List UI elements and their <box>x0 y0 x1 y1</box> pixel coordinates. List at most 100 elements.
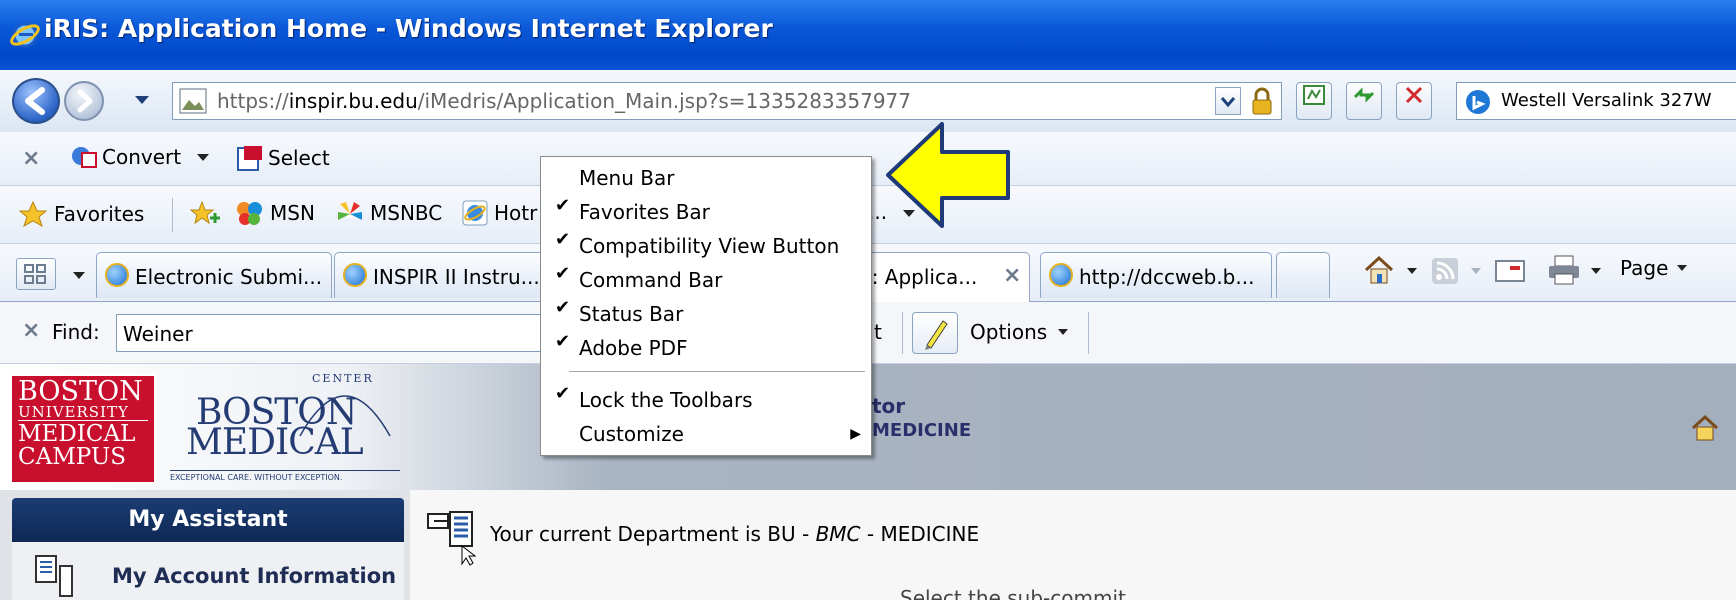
dept-prefix: Your current Department is BU - <box>490 522 816 546</box>
tab-electronic-submission[interactable]: Electronic Submi... <box>96 252 332 298</box>
select-button[interactable]: Select <box>236 144 330 172</box>
close-find-icon[interactable]: × <box>22 318 40 343</box>
favorite-link-msnbc[interactable]: MSNBC <box>336 200 442 226</box>
sidebar-item-my-account[interactable]: My Account Information <box>12 542 404 600</box>
back-button[interactable] <box>12 78 60 124</box>
current-department-text: Your current Department is BU - BMC - ME… <box>490 522 979 546</box>
forward-button[interactable] <box>64 81 104 121</box>
add-favorite-icon[interactable] <box>190 200 222 230</box>
callout-arrow-icon <box>886 122 1010 228</box>
find-options-button[interactable]: Options <box>970 320 1069 344</box>
highlighter-pen-icon <box>925 320 948 350</box>
menu-item-label: Compatibility View Button <box>579 234 840 258</box>
menu-item-status-bar[interactable]: ✔ Status Bar <box>541 297 871 331</box>
menu-item-label: Command Bar <box>579 268 723 292</box>
address-field[interactable]: https://inspir.bu.edu/iMedris/Applicatio… <box>172 82 1282 120</box>
page-menu-label: Page <box>1620 256 1669 280</box>
checkmark-icon: ✔ <box>555 383 571 404</box>
internet-explorer-icon <box>1049 263 1073 287</box>
new-tab-button[interactable] <box>1276 252 1330 298</box>
logo-line: BOSTON <box>18 376 143 407</box>
read-mail-icon[interactable] <box>1494 258 1526 284</box>
chevron-down-icon[interactable] <box>1406 266 1418 276</box>
favorite-link-label: MSN <box>270 201 315 225</box>
close-tab-icon[interactable]: × <box>1003 263 1021 288</box>
favorites-label: Favorites <box>54 202 145 226</box>
options-label: Options <box>970 320 1048 344</box>
compatibility-view-icon <box>1303 85 1325 105</box>
favorite-link-msn[interactable]: MSN <box>236 200 315 226</box>
department-text: MEDICINE <box>872 420 972 441</box>
arrow-left-icon <box>25 87 45 115</box>
menu-item-adobe-pdf[interactable]: ✔ Adobe PDF <box>541 331 871 365</box>
menu-item-label: Lock the Toolbars <box>579 388 753 412</box>
submenu-arrow-icon: ▶ <box>850 426 861 442</box>
find-input-value: Weiner <box>123 322 193 346</box>
convert-button[interactable]: Convert <box>70 144 211 170</box>
menu-item-compatibility-view-button[interactable]: ✔ Compatibility View Button <box>541 229 871 263</box>
favorite-link-hotmail[interactable]: Hotr <box>462 200 537 226</box>
highlight-button[interactable] <box>912 312 958 354</box>
chevron-down-icon <box>1058 329 1069 335</box>
print-icon[interactable] <box>1546 254 1582 286</box>
tab-list-dropdown-icon[interactable] <box>72 270 86 280</box>
tab-dccweb[interactable]: http://dccweb.b... <box>1040 252 1272 298</box>
address-dropdown-button[interactable] <box>1215 87 1241 115</box>
dept-italic: BMC <box>815 522 861 546</box>
feeds-icon[interactable] <box>1430 256 1460 286</box>
favorites-button[interactable]: Favorites <box>18 200 144 228</box>
convert-pdf-icon <box>72 147 97 168</box>
close-toolbar-icon[interactable]: × <box>22 146 40 171</box>
chevron-down-icon <box>1220 97 1236 108</box>
page-menu-button[interactable]: Page <box>1620 256 1688 280</box>
select-pdf-icon <box>237 146 262 171</box>
select-label: Select <box>268 146 330 170</box>
favorite-link-label: MSNBC <box>370 201 443 225</box>
chevron-down-icon <box>1677 265 1688 271</box>
window-title: iRIS: Application Home - Windows Interne… <box>44 14 773 43</box>
boston-medical-center-logo: CENTER BOSTON MEDICAL EXCEPTIONAL CARE. … <box>170 372 400 484</box>
my-assistant-heading: My Assistant <box>12 498 404 542</box>
search-field[interactable]: Westell Versalink 327W <box>1456 82 1736 120</box>
internet-explorer-icon <box>462 200 488 226</box>
home-icon[interactable] <box>1690 414 1720 442</box>
dept-suffix: - MEDICINE <box>860 522 980 546</box>
window-title-bar[interactable]: iRIS: Application Home - Windows Interne… <box>0 0 1736 70</box>
tab-inspir-instructions[interactable]: INSPIR II Instru... <box>334 252 544 298</box>
menu-item-command-bar[interactable]: ✔ Command Bar <box>541 263 871 297</box>
department-selector-icon[interactable] <box>426 510 476 566</box>
logo-line: MEDICAL <box>18 421 136 447</box>
menu-item-favorites-bar[interactable]: ✔ Favorites Bar <box>541 195 871 229</box>
main-content: Your current Department is BU - BMC - ME… <box>410 490 1736 600</box>
chevron-down-icon[interactable] <box>1590 266 1602 276</box>
nbc-peacock-icon <box>338 202 362 220</box>
home-icon[interactable] <box>1362 254 1396 286</box>
compatibility-view-button[interactable] <box>1296 82 1332 120</box>
stop-button[interactable] <box>1396 82 1432 120</box>
find-next-partial[interactable]: t <box>874 320 882 344</box>
menu-item-customize[interactable]: Customize ▶ <box>541 417 871 451</box>
logo-tagline: EXCEPTIONAL CARE. WITHOUT EXCEPTION. <box>170 470 400 482</box>
recent-pages-dropdown-icon[interactable] <box>134 94 150 106</box>
security-lock-icon[interactable] <box>1247 86 1277 116</box>
divider <box>1088 312 1089 354</box>
quick-tabs-button[interactable] <box>16 258 56 290</box>
menu-item-label: Favorites Bar <box>579 200 710 224</box>
refresh-button[interactable] <box>1346 82 1382 120</box>
menu-item-label: Customize <box>579 422 684 446</box>
toolbar-context-menu: Menu Bar ✔ Favorites Bar ✔ Compatibility V… <box>540 156 872 456</box>
search-provider-text: Westell Versalink 327W <box>1501 90 1712 111</box>
address-toolbar: https://inspir.bu.edu/iMedris/Applicatio… <box>0 70 1736 132</box>
sidebar-item-label: My Account Information <box>112 564 397 588</box>
checkmark-icon: ✔ <box>555 229 571 250</box>
find-input[interactable]: Weiner <box>116 314 556 352</box>
menu-item-menu-bar[interactable]: Menu Bar <box>541 161 871 195</box>
menu-item-lock-toolbars[interactable]: ✔ Lock the Toolbars <box>541 383 871 417</box>
chevron-down-icon <box>1471 268 1481 274</box>
checkmark-icon: ✔ <box>555 297 571 318</box>
msn-butterfly-icon <box>237 202 262 225</box>
checkmark-icon: ✔ <box>555 331 571 352</box>
star-icon <box>18 200 48 228</box>
internet-explorer-icon <box>10 22 40 48</box>
convert-label: Convert <box>102 145 182 169</box>
